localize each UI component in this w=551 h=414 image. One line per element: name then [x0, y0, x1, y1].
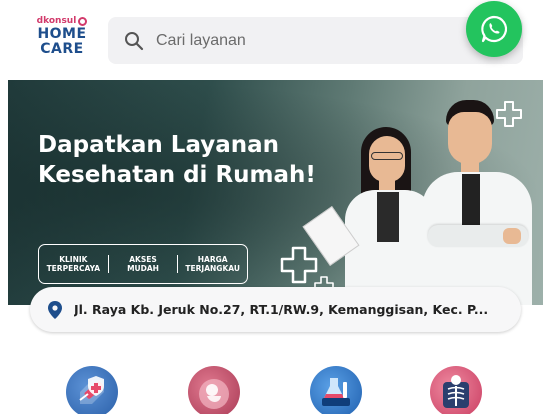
banner-headline-line1: Dapatkan Layanan [38, 132, 280, 158]
promo-banner[interactable]: Dapatkan Layanan Kesehatan di Rumah! KLI… [8, 80, 543, 305]
search-bar[interactable] [108, 17, 523, 64]
logo-line-home: HOME [37, 26, 87, 42]
service-pregnancy-button[interactable] [188, 366, 240, 414]
feature-trusted-clinic: KLINIK TERPERCAYA [46, 255, 101, 273]
lab-test-icon [322, 378, 350, 406]
service-xray-button[interactable] [430, 366, 482, 414]
pregnancy-icon [199, 379, 229, 409]
logo-brand: dkonsul [22, 16, 102, 26]
logo-line-care: CARE [40, 41, 84, 57]
xray-icon [443, 375, 469, 408]
logo-ring-icon [78, 16, 88, 26]
banner-headline-line2: Kesehatan di Rumah! [38, 162, 316, 188]
location-pin-icon [48, 300, 62, 319]
plus-decoration-icon [496, 101, 522, 127]
top-header: dkonsul HOME CARE [0, 0, 551, 80]
logo-brand-text: dkonsul [36, 16, 77, 26]
address-selector[interactable]: Jl. Raya Kb. Jeruk No.27, RT.1/RW.9, Kem… [30, 287, 521, 332]
home-page: dkonsul HOME CARE Cari layanan Dapatkan … [0, 0, 551, 414]
app-logo[interactable]: dkonsul HOME CARE [22, 16, 102, 64]
whatsapp-icon [481, 15, 508, 43]
address-text: Jl. Raya Kb. Jeruk No.27, RT.1/RW.9, Kem… [74, 302, 489, 317]
search-icon [125, 31, 144, 50]
plus-decoration-icon [280, 246, 318, 284]
banner-feature-strip: KLINIK TERPERCAYA AKSES MUDAH HARGA TERJ… [38, 244, 248, 284]
vaccine-icon [79, 376, 104, 404]
service-categories [0, 360, 551, 414]
service-lab-test-button[interactable] [310, 366, 362, 414]
search-input[interactable] [156, 31, 456, 50]
banner-headline: Dapatkan Layanan Kesehatan di Rumah! [38, 130, 358, 190]
male-doctor-illustration [418, 100, 543, 305]
feature-easy-access: AKSES MUDAH [107, 255, 178, 273]
service-vaccine-button[interactable] [66, 366, 118, 414]
feature-affordable-price: HARGA TERJANGKAU [177, 255, 247, 273]
whatsapp-button[interactable] [466, 1, 522, 57]
